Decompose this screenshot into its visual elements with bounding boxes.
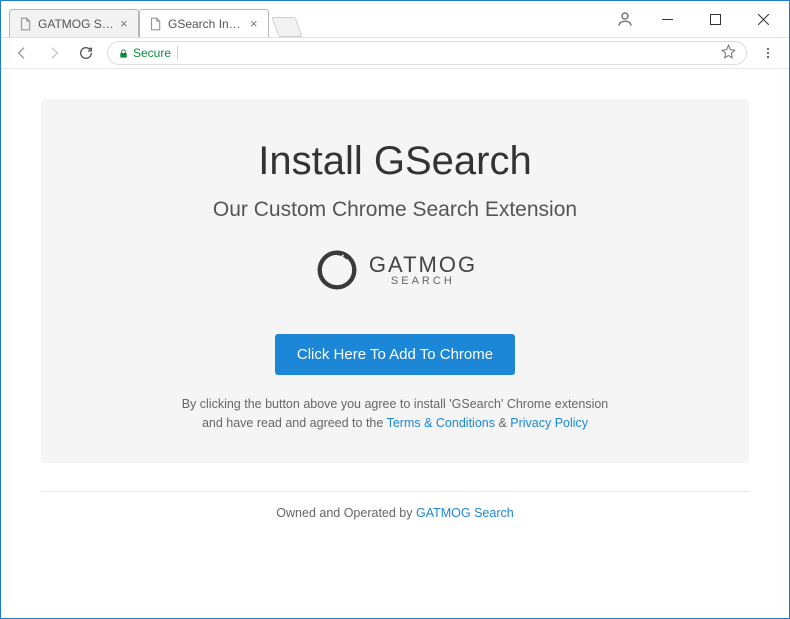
url-input[interactable]	[184, 46, 715, 61]
privacy-link[interactable]: Privacy Policy	[510, 416, 588, 430]
ouroboros-icon	[313, 246, 361, 294]
maximize-button[interactable]	[695, 5, 735, 33]
footer: Owned and Operated by GATMOG Search	[41, 506, 749, 520]
window-titlebar: GATMOG Search × GSearch Install ×	[1, 1, 789, 37]
disclaimer-amp: &	[495, 416, 510, 430]
close-window-button[interactable]	[743, 5, 783, 33]
window-controls	[611, 1, 789, 37]
tab-title: GATMOG Search	[38, 17, 114, 31]
menu-button[interactable]	[757, 42, 779, 64]
forward-button[interactable]	[43, 42, 65, 64]
tab-gatmog-search[interactable]: GATMOG Search ×	[9, 9, 139, 37]
footer-pre: Owned and Operated by	[276, 506, 416, 520]
page-heading: Install GSearch	[81, 139, 709, 184]
back-button[interactable]	[11, 42, 33, 64]
page-subheading: Our Custom Chrome Search Extension	[81, 198, 709, 222]
brand-logo: GATMOG SEARCH	[81, 246, 709, 294]
secure-label: Secure	[133, 46, 171, 60]
reload-button[interactable]	[75, 42, 97, 64]
address-bar[interactable]: Secure	[107, 41, 747, 65]
disclaimer-text: By clicking the button above you agree t…	[180, 395, 610, 433]
brand-logo-text: GATMOG SEARCH	[369, 254, 477, 287]
lock-icon	[118, 47, 129, 60]
page-content: pcrisk.com Install GSearch Our Custom Ch…	[1, 69, 789, 618]
account-icon[interactable]	[611, 5, 639, 33]
install-panel: Install GSearch Our Custom Chrome Search…	[41, 99, 749, 463]
tab-close-icon[interactable]: ×	[250, 19, 260, 29]
terms-link[interactable]: Terms & Conditions	[387, 416, 495, 430]
brand-name-line1: GATMOG	[369, 254, 477, 276]
secure-indicator: Secure	[118, 46, 171, 60]
bookmark-star-icon[interactable]	[721, 44, 736, 62]
add-to-chrome-button[interactable]: Click Here To Add To Chrome	[275, 334, 515, 375]
browser-toolbar: Secure	[1, 37, 789, 69]
page-icon	[148, 17, 162, 31]
tab-title: GSearch Install	[168, 17, 244, 31]
tab-gsearch-install[interactable]: GSearch Install ×	[139, 9, 269, 37]
tab-strip: GATMOG Search × GSearch Install ×	[1, 1, 611, 37]
tab-close-icon[interactable]: ×	[120, 19, 130, 29]
page-icon	[18, 17, 32, 31]
addr-separator	[177, 46, 178, 60]
new-tab-button[interactable]	[271, 17, 302, 37]
footer-divider	[41, 491, 749, 492]
brand-name-line2: SEARCH	[391, 276, 477, 287]
footer-brand-link[interactable]: GATMOG Search	[416, 506, 514, 520]
minimize-button[interactable]	[647, 5, 687, 33]
